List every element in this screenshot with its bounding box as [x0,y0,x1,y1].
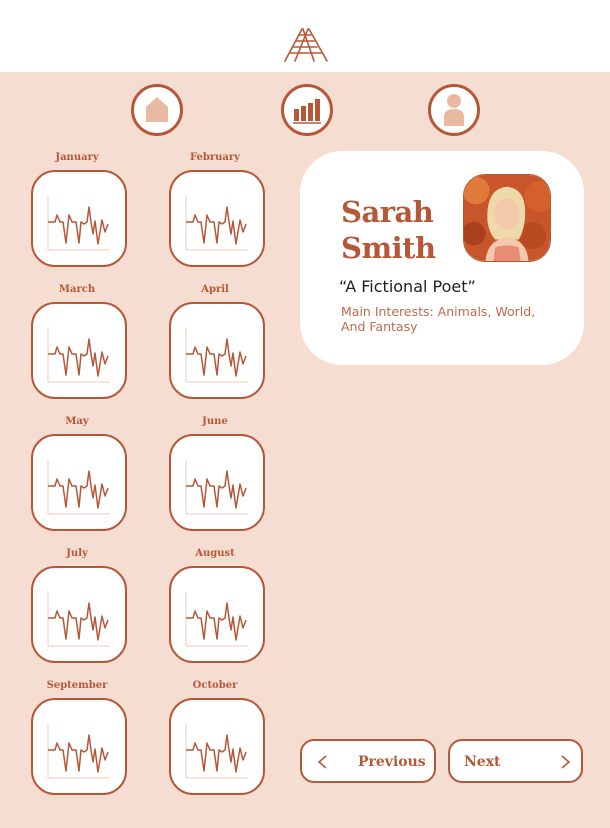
chevron-left-icon [317,755,327,769]
month-tile[interactable] [31,566,127,663]
profile-first-name: Sarah [341,195,434,229]
month-label: January [55,152,99,163]
user-icon [444,94,464,126]
month-tile[interactable] [169,434,265,531]
month-tile[interactable] [169,698,265,795]
heartbeat-chart-icon [185,328,248,383]
heartbeat-chart-icon [185,592,248,647]
heartbeat-chart-icon [47,196,110,251]
nav-stats-button[interactable] [281,84,333,136]
heartbeat-chart-icon [185,724,248,779]
nav-home-button[interactable] [131,84,183,136]
home-icon [146,97,168,122]
month-label: September [46,680,108,691]
month-tile[interactable] [31,302,127,399]
month-tile[interactable] [169,302,265,399]
profile-tagline: “A Fictional Poet” [339,277,476,296]
next-button[interactable]: Next [448,739,583,783]
ladder-logo-icon[interactable] [282,27,330,63]
next-button-label: Next [464,754,501,770]
month-tile[interactable] [31,698,127,795]
month-label: July [66,548,88,559]
month-tile[interactable] [31,170,127,267]
month-label: March [58,284,96,295]
month-label: February [189,152,240,163]
bar-chart-icon [293,99,321,124]
avatar[interactable] [463,174,551,262]
heartbeat-chart-icon [47,592,110,647]
profile-card: Sarah Smith “A Fictional Poet” Main Inte… [300,151,584,365]
chevron-right-icon [561,755,571,769]
month-tile[interactable] [169,566,265,663]
month-tile[interactable] [169,170,265,267]
month-tile[interactable] [31,434,127,531]
month-label: May [65,416,89,427]
previous-button[interactable]: Previous [300,739,436,783]
heartbeat-chart-icon [185,196,248,251]
previous-button-label: Previous [358,754,426,770]
month-label: April [201,284,229,295]
avatar-photo [464,175,550,261]
heartbeat-chart-icon [47,724,110,779]
app-header [0,0,610,72]
heartbeat-chart-icon [47,460,110,515]
profile-last-name: Smith [341,231,436,265]
heartbeat-chart-icon [47,328,110,383]
month-label: October [192,680,238,691]
heartbeat-chart-icon [185,460,248,515]
nav-profile-button[interactable] [428,84,480,136]
month-label: June [202,416,228,427]
profile-interests: Main Interests: Animals, World, And Fant… [341,304,536,334]
month-label: August [195,548,235,559]
